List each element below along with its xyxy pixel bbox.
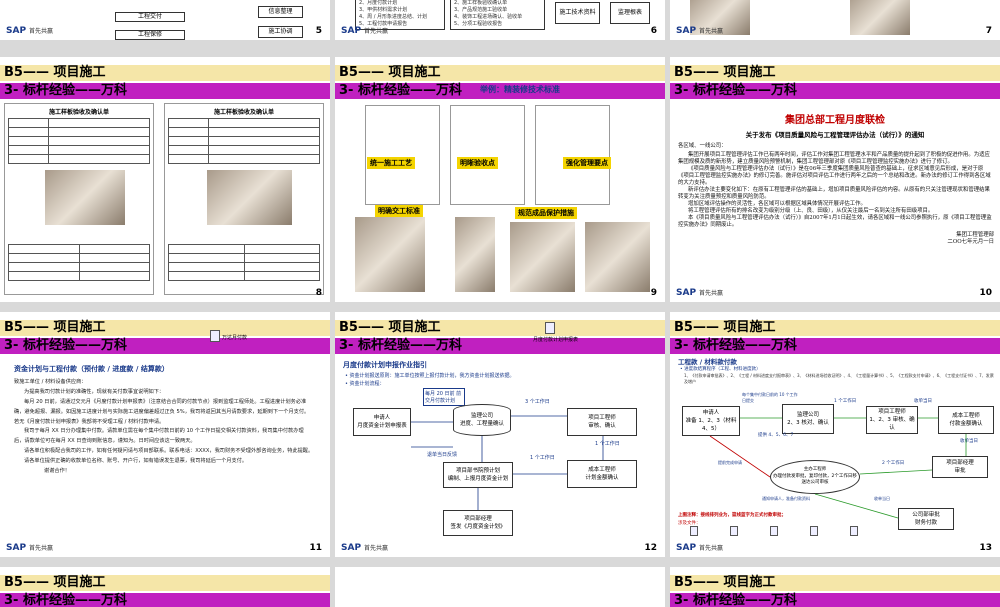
supervise-box: 监理根表 (610, 2, 650, 24)
page-number: 12 (644, 543, 657, 553)
photo (585, 222, 650, 292)
doc-thumb (365, 105, 440, 205)
slide-10: B5—— 项目施工 3- 标杆经验——万科 集团总部工程月度联检 关于发布《项目… (670, 57, 1000, 302)
page-number: 5 (315, 26, 322, 36)
photo (850, 0, 910, 35)
photo (455, 217, 495, 292)
slide-header: B5—— 项目施工 (670, 575, 1000, 591)
file-icon[interactable] (770, 526, 778, 536)
footer-logo: SAP 首先共赢 (6, 26, 54, 36)
slide-16: B5—— 项目施工 3- 标杆经验——万科 (670, 567, 1000, 607)
flow-box-deliver: 工程交付 (115, 12, 185, 22)
slide-header: B5—— 项目施工 (670, 65, 1000, 81)
file-icon[interactable] (810, 526, 818, 536)
note: 上图注释：接线排列业为，篮线蓝字为正式付款审批； (678, 513, 786, 518)
slide-subtitle: 举例：精装修技术标准 (480, 85, 560, 94)
slide-header: B5—— 项目施工 (0, 320, 330, 336)
slide-7: SAP 首先共赢 7 (670, 0, 1000, 40)
page-number: 6 (650, 26, 657, 36)
page-number: 9 (650, 288, 657, 298)
footer-logo: SAP 首先共赢 (676, 26, 724, 36)
photo (355, 217, 425, 292)
page-number: 7 (985, 26, 992, 36)
label-standard: 明确交工标准 (375, 205, 423, 217)
footer-logo: SAP 首先共赢 (341, 543, 389, 553)
label-craft: 统一施工工艺 (367, 157, 415, 169)
file-icon[interactable] (210, 330, 220, 342)
slide-15 (335, 567, 665, 607)
sample-photo (45, 170, 125, 225)
label-check: 明晰验收点 (457, 157, 498, 169)
form-doc-right: 施工样板验收及确认单 (164, 103, 324, 295)
label-manage: 强化管理要点 (563, 157, 611, 169)
list-right: 2、施工样板验收确认单 3、产品规范施工验收单 4、装饰工程进场确认、验收单 5、分项… (450, 0, 545, 30)
flow-arrows (411, 415, 604, 510)
photo (510, 222, 575, 292)
slide-title: 集团总部工程月度联检 (785, 115, 885, 126)
page-number: 8 (315, 288, 322, 298)
footer-logo: SAP 首先共赢 (6, 543, 54, 553)
slide-11: B5—— 项目施工 3- 标杆经验——万科 万达月付款 资金计划与工程付款（预付… (0, 312, 330, 557)
file-icon[interactable] (690, 526, 698, 536)
slide-subheader: 3- 标杆经验——万科 (0, 593, 330, 607)
form-doc-left: 施工样板验收及确认单 (4, 103, 154, 295)
slide-subheader: 3- 标杆经验——万科 (0, 338, 330, 354)
file-icon[interactable] (850, 526, 858, 536)
footer-logo: SAP 首先共赢 (341, 26, 389, 36)
slide-header: B5—— 项目施工 (0, 575, 330, 591)
page-number: 13 (979, 543, 992, 553)
slide-13: B5—— 项目施工 3- 标杆经验——万科 工程款 / 材料款付款 • 进度款结… (670, 312, 1000, 557)
slide-title: 资金计划与工程付款（预付款 / 进度款 / 结算款） (14, 365, 169, 373)
page-number: 10 (979, 288, 992, 298)
slide-subheader: 3- 标杆经验——万科 (0, 83, 330, 99)
file-icon[interactable] (730, 526, 738, 536)
label-protect: 规范成品保护措施 (515, 207, 577, 219)
flow-box-warranty: 工程保修 (115, 30, 185, 40)
slide-14: B5—— 项目施工 3- 标杆经验——万科 (0, 567, 330, 607)
notice-title: 关于发布《项目质量风险与工程管理评估办法（试行）》的通知 (745, 131, 925, 139)
flow-arrows (709, 417, 967, 519)
footer-logo: SAP 首先共赢 (676, 288, 724, 298)
slide-5: 工程交付 工程保修 信息整理 施工协调 SAP 首先共赢 5 (0, 0, 330, 40)
slide-header: B5—— 项目施工 (0, 65, 330, 81)
slide-subheader: 3- 标杆经验——万科 (670, 593, 1000, 607)
slide-6: 2、月度付款计划 3、甲供材料需求计划 4、周 / 月形象进度总结、计划 5、工程付款… (335, 0, 665, 40)
doc-thumb (450, 105, 525, 205)
letter-body: 致施工单位 / 材料设备供应商： 为提高我司付款计划的准确性，现就有关付款事宜说… (14, 379, 314, 474)
slide-subheader: 3- 标杆经验——万科 (670, 83, 1000, 99)
doc-thumb (535, 105, 610, 205)
slide-12: B5—— 项目施工 3- 标杆经验——万科 月度付款计划申报表 月度付款计划申报… (335, 312, 665, 557)
page-number: 11 (309, 543, 322, 553)
slide-header: B5—— 项目施工 (335, 65, 665, 81)
footer-logo: SAP 首先共赢 (676, 543, 724, 553)
sample-photo (207, 170, 292, 225)
tech-box: 施工技术资料 (555, 2, 600, 24)
coord-box: 施工协调 (258, 26, 303, 38)
file-icon-label: 万达月付款 (222, 335, 248, 341)
slide-9: B5—— 项目施工 3- 标杆经验——万科 举例：精装修技术标准 统一施工工艺 … (335, 57, 665, 302)
notice-body: 各区域、一线公司： 集团开展项目工程管理评估工作已有两年时间，评估工作对集团工程… (678, 143, 994, 246)
info-box: 信息整理 (258, 6, 303, 18)
slide-8: B5—— 项目施工 3- 标杆经验——万科 施工样板验收及确认单 施工样板验收及… (0, 57, 330, 302)
